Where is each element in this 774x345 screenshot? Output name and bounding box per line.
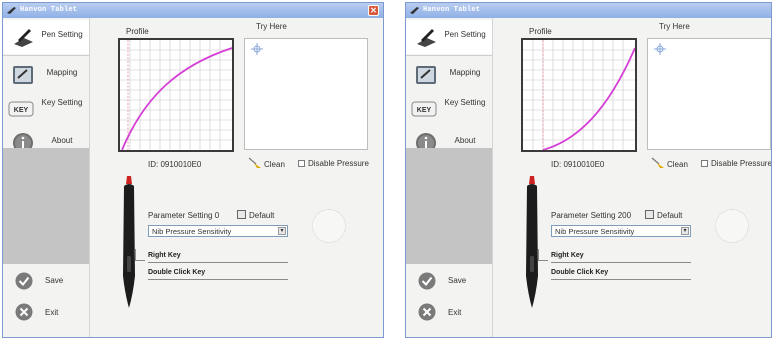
title-bar: Hanvon Tablet [406,3,771,18]
pressure-curve [542,47,635,150]
check-icon[interactable] [418,272,436,290]
divider [551,262,691,263]
sidebar-item-key-setting[interactable]: KEY Key Setting [406,92,492,126]
sidebar-empty-area [406,148,492,264]
pressure-curve [121,47,232,150]
sidebar-item-key-setting[interactable]: KEY Key Setting [3,92,89,126]
key-badge: KEY [14,107,29,114]
key-badge: KEY [417,107,432,114]
crosshair-icon [251,43,263,55]
tablet-window-left: Hanvon Tablet ✕ Pen Setting Mapping KEY [2,2,384,338]
disable-pressure-checkbox[interactable]: Disable Pressure [298,159,369,168]
sidebar-item-label: Pen Setting [444,30,486,39]
pen-setting-panel: Profile Try Here ID: 0910010E0 Clean Dis… [89,18,383,337]
pressure-curve-graph[interactable] [521,38,637,152]
close-icon[interactable]: ✕ [368,5,379,16]
exit-button[interactable]: Exit [45,308,58,317]
broom-icon[interactable] [248,157,262,169]
sidebar-item-mapping[interactable]: Mapping [3,58,89,92]
checkbox-box[interactable] [298,160,305,167]
pressure-dial [312,209,346,243]
parameter-setting-label: Parameter Setting 200 [551,211,632,220]
default-button[interactable]: Default [237,210,274,220]
pen-illustration [526,176,538,308]
right-key-label[interactable]: Right Key [551,252,584,259]
app-icon [410,7,419,14]
sidebar-empty-area [3,148,89,264]
try-here-area[interactable] [647,38,771,150]
profile-label: Profile [529,27,552,36]
divider [148,262,288,263]
divider [148,279,288,280]
parameter-dropdown[interactable]: Nib Pressure Sensitivity ▾ [551,225,691,237]
sidebar-item-label: Key Setting [41,98,83,107]
grid [523,40,635,150]
chevron-down-icon[interactable]: ▾ [681,227,689,235]
device-id: ID: 0910010E0 [148,160,202,169]
pen-tablet-icon [417,29,436,47]
crosshair-icon [654,43,666,55]
tablet-window-right: Hanvon Tablet Pen Setting Mapping KEY Ke… [405,2,772,338]
try-here-area[interactable] [244,38,368,150]
parameter-value: 0 [214,211,220,220]
sidebar-item-label: Mapping [449,68,481,77]
default-icon [645,210,654,219]
parameter-setting-label: Parameter Setting 0 [148,211,220,220]
pressure-dial [715,209,749,243]
sidebar-item-mapping[interactable]: Mapping [406,58,492,92]
double-click-key-label[interactable]: Double Click Key [148,269,205,276]
broom-icon[interactable] [651,157,665,169]
sidebar: Pen Setting Mapping KEY Key Setting Abou… [3,18,89,337]
mapping-icon [13,66,33,84]
checkbox-box[interactable] [701,160,708,167]
chevron-down-icon[interactable]: ▾ [278,227,286,235]
divider [406,55,492,56]
sidebar-item-label: About [51,136,73,145]
clean-button[interactable]: Clean [667,160,688,169]
app-icon [7,7,16,14]
sidebar-item-label: Mapping [46,68,78,77]
save-button[interactable]: Save [45,276,63,285]
pen-setting-panel: Profile Try Here ID: 0910010E0 Clean Dis… [492,18,771,337]
checkbox-label: Disable Pressure [308,159,369,168]
x-icon[interactable] [418,303,436,321]
divider [3,55,89,56]
try-here-label: Try Here [256,22,287,31]
sidebar-item-pen-setting[interactable]: Pen Setting [3,20,89,54]
key-icon: KEY [8,101,34,117]
right-key-label[interactable]: Right Key [148,252,181,259]
profile-label: Profile [126,27,149,36]
connector-line [538,260,548,261]
sidebar-item-label: About [454,136,476,145]
title-bar: Hanvon Tablet ✕ [3,3,383,18]
save-button[interactable]: Save [448,276,466,285]
key-icon: KEY [411,101,437,117]
pressure-curve-graph[interactable] [118,38,234,152]
clean-button[interactable]: Clean [264,160,285,169]
sidebar-item-pen-setting[interactable]: Pen Setting [406,20,492,54]
pen-tablet-icon [14,29,33,47]
parameter-value: 200 [617,211,632,220]
parameter-dropdown[interactable]: Nib Pressure Sensitivity ▾ [148,225,288,237]
exit-button[interactable]: Exit [448,308,461,317]
window-title: Hanvon Tablet [423,6,481,14]
default-button[interactable]: Default [645,210,682,220]
sidebar: Pen Setting Mapping KEY Key Setting Abou… [406,18,492,337]
check-icon[interactable] [15,272,33,290]
checkbox-label: Disable Pressure [711,159,772,168]
window-title: Hanvon Tablet [20,6,78,14]
sidebar-item-label: Key Setting [444,98,486,107]
x-icon[interactable] [15,303,33,321]
grid [120,40,232,150]
try-here-label: Try Here [659,22,690,31]
pen-illustration [123,176,135,308]
device-id: ID: 0910010E0 [551,160,605,169]
disable-pressure-checkbox[interactable]: Disable Pressure [701,159,772,168]
divider [551,279,691,280]
mapping-icon [416,66,436,84]
connector-line [135,260,145,261]
sidebar-item-label: Pen Setting [41,30,83,39]
double-click-key-label[interactable]: Double Click Key [551,269,608,276]
default-icon [237,210,246,219]
